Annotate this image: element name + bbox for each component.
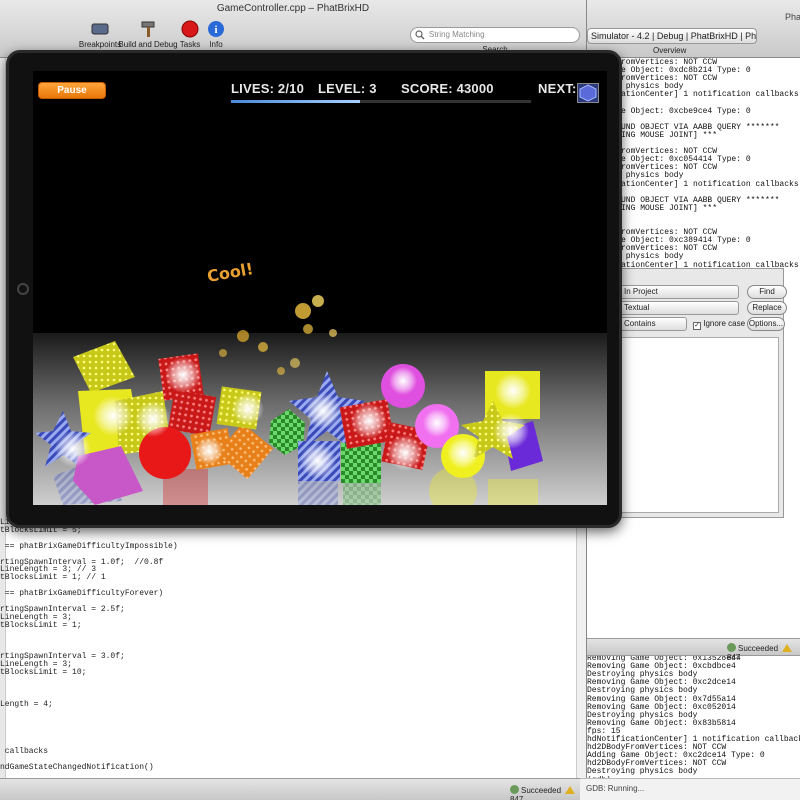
- hammer-icon: [141, 21, 155, 37]
- next-block-preview: [577, 83, 599, 103]
- replace-button[interactable]: Replace: [747, 301, 787, 315]
- console-line: ING MOUSE JOINT] ***: [621, 203, 718, 213]
- console-line: ING MOUSE JOINT] ***: [621, 130, 718, 140]
- search-icon: [415, 30, 425, 40]
- info-label: Info: [209, 40, 223, 49]
- home-button[interactable]: [17, 283, 29, 295]
- ipad-simulator: Pause LIVES: 2/10 LEVEL: 3 SCORE: 43000 …: [6, 50, 622, 528]
- game-blocks: [35, 295, 543, 505]
- breakpoints-label: Breakpoints: [78, 40, 122, 49]
- search-input[interactable]: String Matching: [410, 27, 580, 43]
- score-display: SCORE: 43000: [401, 81, 494, 96]
- info-icon: i: [208, 21, 224, 37]
- code-line: ndGameStateChangedNotification(): [0, 762, 154, 772]
- code-line: Length = 4;: [0, 699, 53, 709]
- next-label: NEXT:: [538, 81, 577, 96]
- ignore-case-checkbox[interactable]: ✓: [693, 322, 701, 330]
- warning-count: 847: [510, 795, 524, 800]
- gdb-status: GDB: Running...: [580, 778, 800, 800]
- console-line: e Object: 0xcbe9ce4 Type: 0: [621, 106, 751, 116]
- status-bar: Succeeded 847: [0, 778, 586, 800]
- code-line: tBlocksLimit = 1;: [0, 620, 82, 630]
- breakpoints-icon: [91, 23, 109, 35]
- game-screen[interactable]: Pause LIVES: 2/10 LEVEL: 3 SCORE: 43000 …: [33, 71, 607, 505]
- find-results-list[interactable]: [619, 337, 779, 513]
- project-find-panel: In Project Find Textual Replace Contains…: [604, 268, 787, 518]
- next-block-icon: [579, 84, 597, 102]
- console-build-status: Succeeded: [738, 644, 779, 653]
- code-line: == phatBrixGameDifficultyForever): [0, 589, 164, 599]
- find-scope-select[interactable]: In Project: [619, 285, 739, 299]
- level-progress-bar: [231, 100, 531, 103]
- find-style-select[interactable]: Textual: [619, 301, 739, 315]
- warning-icon: [565, 786, 576, 794]
- scheme-popup[interactable]: Simulator - 4.2 | Debug | PhatBrixHD | P…: [587, 28, 757, 44]
- console-line: ationCenter] 1 notification callbacks we…: [621, 179, 799, 189]
- search-placeholder: String Matching: [429, 30, 485, 39]
- build-success-icon: [510, 785, 519, 794]
- info-button[interactable]: i Info: [186, 20, 246, 49]
- ignore-case-label: Ignore case: [703, 319, 746, 328]
- console-warning-count: 847: [727, 653, 741, 662]
- console-success-icon: [727, 643, 736, 652]
- window-title: GameController.cpp – PhatBrixHD: [216, 3, 370, 14]
- overview-label: Overview: [653, 46, 687, 55]
- level-indicator: LEVEL: 3: [318, 81, 377, 96]
- console-toolbar: PhatBrixHD Simulator - 4.2 | Debug | Pha…: [587, 0, 800, 58]
- code-line: == phatBrixGameDifficultyImpossible): [0, 541, 178, 551]
- lives-counter: LIVES: 2/10: [231, 81, 305, 96]
- console-status-bar: Succeeded 847: [587, 638, 800, 662]
- find-button[interactable]: Find: [747, 285, 787, 299]
- pause-button[interactable]: Pause: [38, 82, 106, 99]
- console-warning-icon: [782, 644, 793, 652]
- svg-text:i: i: [214, 24, 217, 36]
- console-line: ationCenter] 1 notification callbacks we…: [621, 90, 799, 100]
- code-line: tBlocksLimit = 10;: [0, 668, 87, 678]
- code-line: callbacks: [0, 747, 49, 757]
- match-type-select[interactable]: Contains: [619, 317, 687, 331]
- spark-particles: [219, 295, 337, 375]
- console-window-title: PhatBrixHD: [785, 12, 800, 22]
- build-status: Succeeded: [521, 786, 562, 795]
- options-button[interactable]: Options...: [747, 317, 785, 331]
- level-progress-fill: [231, 100, 360, 103]
- code-line: tBlocksLimit = 1; // 1: [0, 573, 106, 583]
